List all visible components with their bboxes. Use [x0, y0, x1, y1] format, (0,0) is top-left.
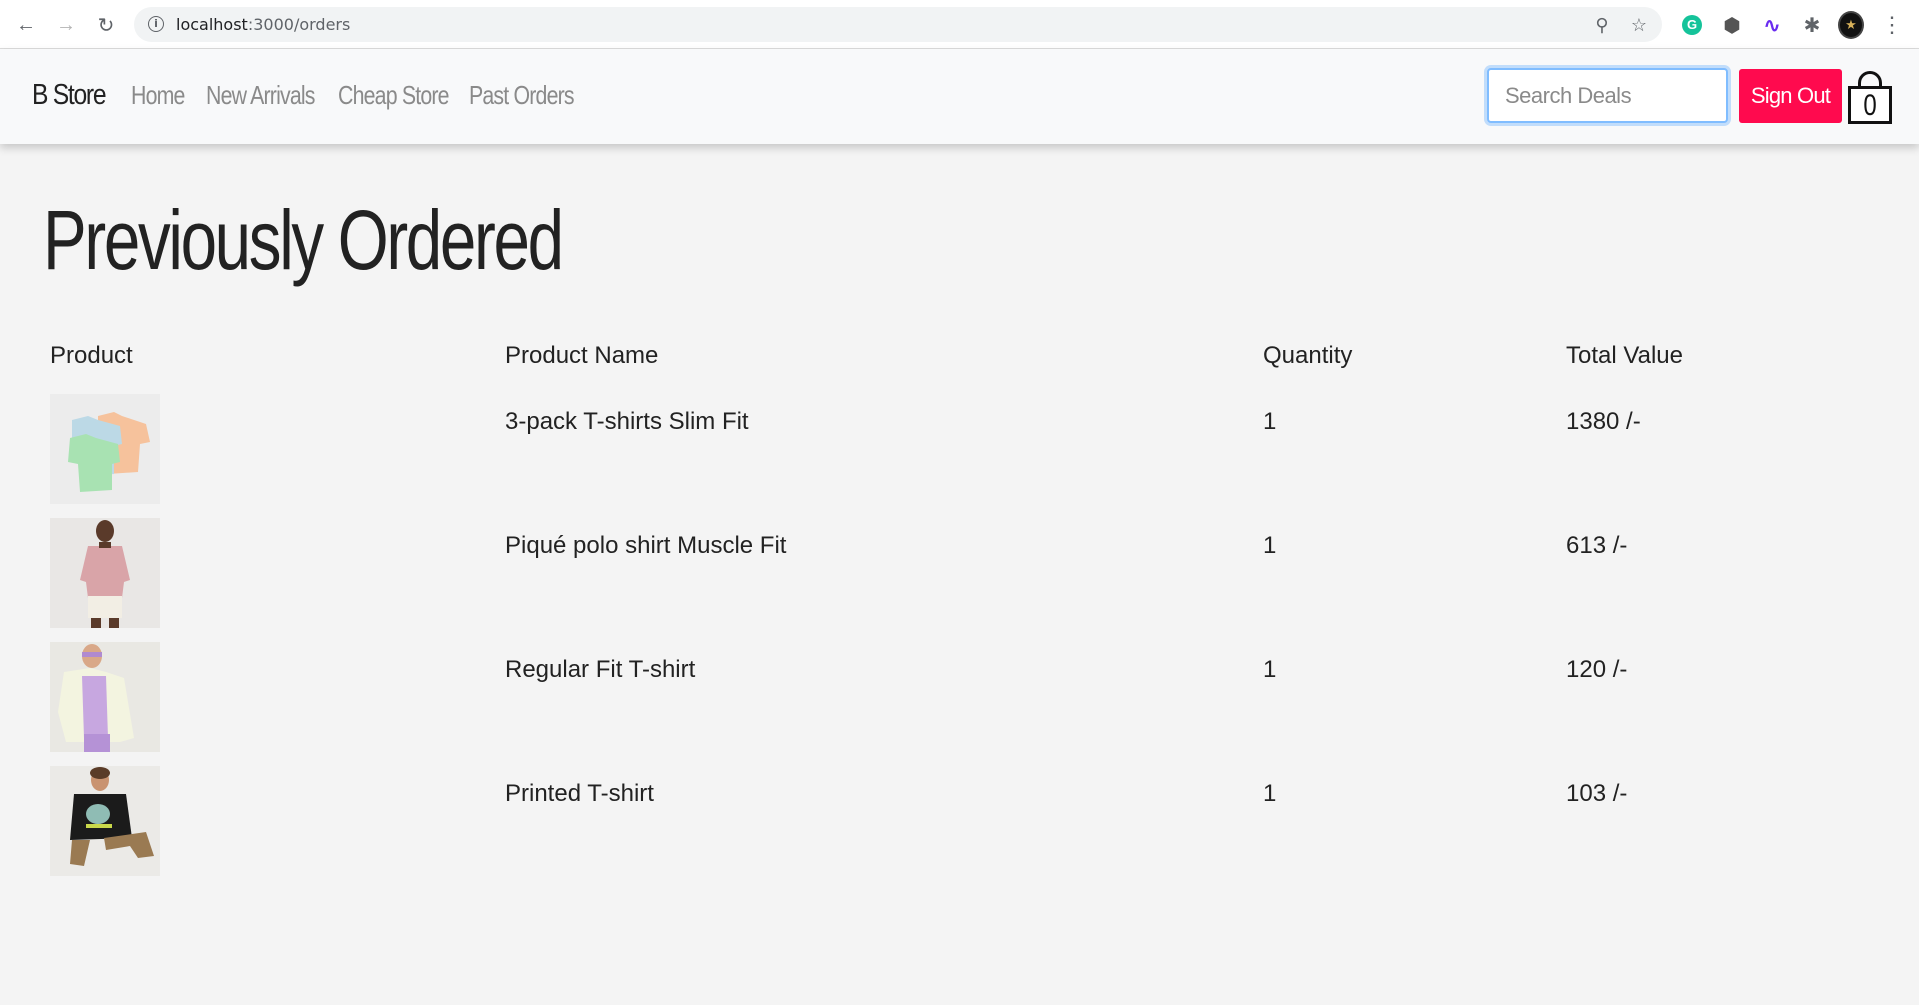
extensions-puzzle-icon[interactable]: ✱ — [1799, 12, 1825, 38]
header-product-name: Product Name — [505, 342, 659, 369]
product-image[interactable] — [50, 642, 160, 752]
site-navbar: B Store Home New Arrivals Cheap Store Pa… — [0, 49, 1919, 144]
brand-logo[interactable]: B Store — [32, 79, 107, 112]
table-row: Printed T-shirt 1 103 /- — [40, 760, 1856, 884]
product-name: Printed T-shirt — [505, 780, 654, 807]
header-total-value: Total Value — [1566, 342, 1683, 369]
nav-link-new-arrivals[interactable]: New Arrivals — [206, 80, 315, 111]
product-total: 120 /- — [1566, 656, 1628, 683]
product-image[interactable] — [50, 518, 160, 628]
wave-extension-icon[interactable]: ∿ — [1759, 12, 1785, 38]
address-url[interactable]: localhost:3000/orders — [176, 15, 350, 34]
product-name: 3-pack T-shirts Slim Fit — [505, 408, 749, 435]
browser-menu-icon[interactable]: ⋮ — [1879, 12, 1905, 38]
back-arrow-icon[interactable]: ← — [11, 10, 41, 40]
site-info-icon[interactable]: i — [148, 16, 164, 32]
header-quantity: Quantity — [1263, 342, 1353, 369]
grammarly-extension-icon[interactable]: G — [1679, 12, 1705, 38]
reload-icon[interactable]: ↻ — [91, 10, 121, 40]
key-icon[interactable]: ⚲ — [1591, 14, 1613, 36]
nav-link-cheap-store[interactable]: Cheap Store — [338, 80, 450, 111]
product-image-cell — [40, 512, 495, 636]
product-quantity: 1 — [1263, 408, 1277, 435]
product-image-cell — [40, 636, 495, 760]
cube-extension-icon[interactable]: ⬢ — [1719, 12, 1745, 38]
product-total: 103 /- — [1566, 780, 1628, 807]
nav-link-home[interactable]: Home — [131, 80, 185, 111]
product-total: 613 /- — [1566, 532, 1628, 559]
page-title: Previously Ordered — [43, 193, 564, 287]
cart-button[interactable]: 0 — [1846, 69, 1894, 127]
table-row: Regular Fit T-shirt 1 120 /- — [40, 636, 1856, 760]
product-image[interactable] — [50, 394, 160, 504]
product-quantity: 1 — [1263, 532, 1277, 559]
product-image-cell — [40, 760, 495, 884]
url-host: localhost — [176, 15, 248, 34]
product-image-cell — [40, 388, 495, 512]
nav-link-past-orders[interactable]: Past Orders — [469, 80, 575, 111]
search-input[interactable] — [1487, 68, 1728, 123]
profile-avatar[interactable]: ★ — [1838, 11, 1864, 39]
table-row: 3-pack T-shirts Slim Fit 1 1380 /- — [40, 388, 1856, 512]
cart-count: 0 — [1863, 89, 1877, 122]
browser-toolbar: ← → ↻ i localhost:3000/orders ⚲ ☆ G ⬢ ∿ … — [0, 0, 1919, 49]
header-product: Product — [50, 342, 133, 369]
bookmark-star-icon[interactable]: ☆ — [1628, 14, 1650, 36]
address-bar[interactable]: i localhost:3000/orders ⚲ ☆ — [134, 7, 1662, 42]
orders-table: Product Product Name Quantity Total Valu… — [40, 336, 1856, 884]
forward-arrow-icon[interactable]: → — [51, 10, 81, 40]
product-total: 1380 /- — [1566, 408, 1641, 435]
url-path: :3000/orders — [247, 15, 351, 34]
table-row: Piqué polo shirt Muscle Fit 1 613 /- — [40, 512, 1856, 636]
product-quantity: 1 — [1263, 656, 1277, 683]
product-image[interactable] — [50, 766, 160, 876]
product-name: Piqué polo shirt Muscle Fit — [505, 532, 787, 559]
sign-out-button[interactable]: Sign Out — [1739, 69, 1842, 123]
product-quantity: 1 — [1263, 780, 1277, 807]
table-header-row: Product Product Name Quantity Total Valu… — [40, 336, 1856, 388]
product-name: Regular Fit T-shirt — [505, 656, 696, 683]
